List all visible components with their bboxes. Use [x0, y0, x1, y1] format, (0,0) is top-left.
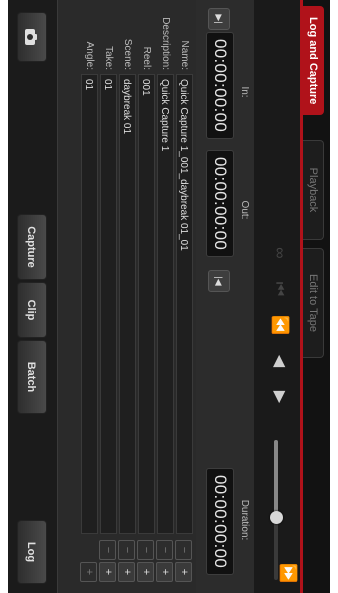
take-label: Take: — [103, 46, 114, 70]
tab-edit-to-tape[interactable]: Edit to Tape — [303, 248, 324, 358]
transport-controls: ∞ ⏮ ⏪ ◀ ▶ ▶ ⏩ — [253, 0, 300, 593]
angle-field-add-button[interactable]: + — [80, 562, 97, 582]
tab-log-and-capture[interactable]: Log and Capture — [303, 6, 324, 116]
description-label: Description: — [160, 17, 171, 70]
go-to-out-button[interactable]: |◀ — [208, 270, 230, 292]
duration-label: Duration: — [239, 499, 250, 541]
reel-field-add-button[interactable]: + — [137, 562, 154, 582]
field-row-name: Name: Quick Capture 1_001_daybreak 01_01… — [175, 0, 194, 593]
log-button[interactable]: Log — [17, 520, 47, 584]
log-and-capture-panel: Log and Capture Playback Edit to Tape ∞ … — [8, 0, 330, 593]
shuttle-fill — [274, 440, 278, 517]
capture-batch-button[interactable]: Batch — [17, 340, 47, 414]
name-field-add-button[interactable]: + — [175, 562, 192, 582]
field-row-angle: Angle: 01 + — [80, 0, 99, 593]
name-field-remove-button[interactable]: − — [175, 540, 192, 560]
take-field-remove-button[interactable]: − — [99, 540, 116, 560]
app-frame: Log and Capture Playback Edit to Tape ∞ … — [8, 0, 330, 593]
in-timecode[interactable]: 00:00:00:00 — [206, 32, 234, 140]
angle-label: Angle: — [84, 41, 95, 70]
camera-icon — [24, 29, 37, 45]
duration-timecode: 00:00:00:00 — [206, 468, 234, 576]
take-field[interactable]: 01 — [100, 74, 117, 534]
field-row-reel: Reel: 001 − + — [137, 0, 156, 593]
capture-button[interactable]: Capture — [17, 214, 47, 280]
loop-icon[interactable]: ∞ — [266, 240, 292, 266]
prev-edit-icon[interactable]: ⏮ — [266, 276, 292, 302]
timecode-area: In: ▶| 00:00:00:00 Out: 00:00:00:00 |◀ D… — [196, 0, 254, 593]
next-edit-icon[interactable]: ⏩ — [274, 560, 300, 586]
reel-label: Reel: — [141, 46, 152, 70]
tab-playback[interactable]: Playback — [303, 140, 324, 240]
take-field-add-button[interactable]: + — [99, 562, 116, 582]
scene-field-remove-button[interactable]: − — [118, 540, 135, 560]
play-icon[interactable]: ▶ — [266, 384, 292, 410]
name-label: Name: — [179, 40, 190, 70]
scene-field-add-button[interactable]: + — [118, 562, 135, 582]
field-row-scene: Scene: daybreak 01 − + — [118, 0, 137, 593]
camera-button[interactable] — [17, 12, 47, 62]
description-field-remove-button[interactable]: − — [156, 540, 173, 560]
out-timecode[interactable]: 00:00:00:00 — [206, 150, 234, 258]
in-label: In: — [239, 86, 250, 98]
description-field[interactable]: Quick Capture 1 — [157, 74, 174, 534]
field-row-description: Description: Quick Capture 1 − + — [156, 0, 175, 593]
angle-field[interactable]: 01 — [81, 74, 98, 534]
tab-bar: Log and Capture Playback Edit to Tape — [300, 0, 330, 593]
shuttle-slider[interactable] — [270, 440, 283, 580]
scene-label: Scene: — [122, 38, 133, 70]
go-to-in-button[interactable]: ▶| — [208, 8, 230, 30]
description-field-add-button[interactable]: + — [156, 562, 173, 582]
name-field[interactable]: Quick Capture 1_001_daybreak 01_01 — [176, 74, 193, 534]
scene-field[interactable]: daybreak 01 — [119, 74, 136, 534]
shuttle-knob[interactable] — [270, 511, 283, 524]
clip-metadata: Name: Quick Capture 1_001_daybreak 01_01… — [78, 0, 196, 593]
capture-button-bar: Capture Clip Batch Log — [8, 0, 58, 593]
reel-field-remove-button[interactable]: − — [137, 540, 154, 560]
play-reverse-icon[interactable]: ◀ — [266, 348, 292, 374]
out-label: Out: — [239, 200, 250, 220]
rewind-icon[interactable]: ⏪ — [266, 312, 292, 338]
capture-clip-button[interactable]: Clip — [17, 282, 47, 338]
reel-field[interactable]: 001 — [138, 74, 155, 534]
field-row-take: Take: 01 − + — [99, 0, 118, 593]
